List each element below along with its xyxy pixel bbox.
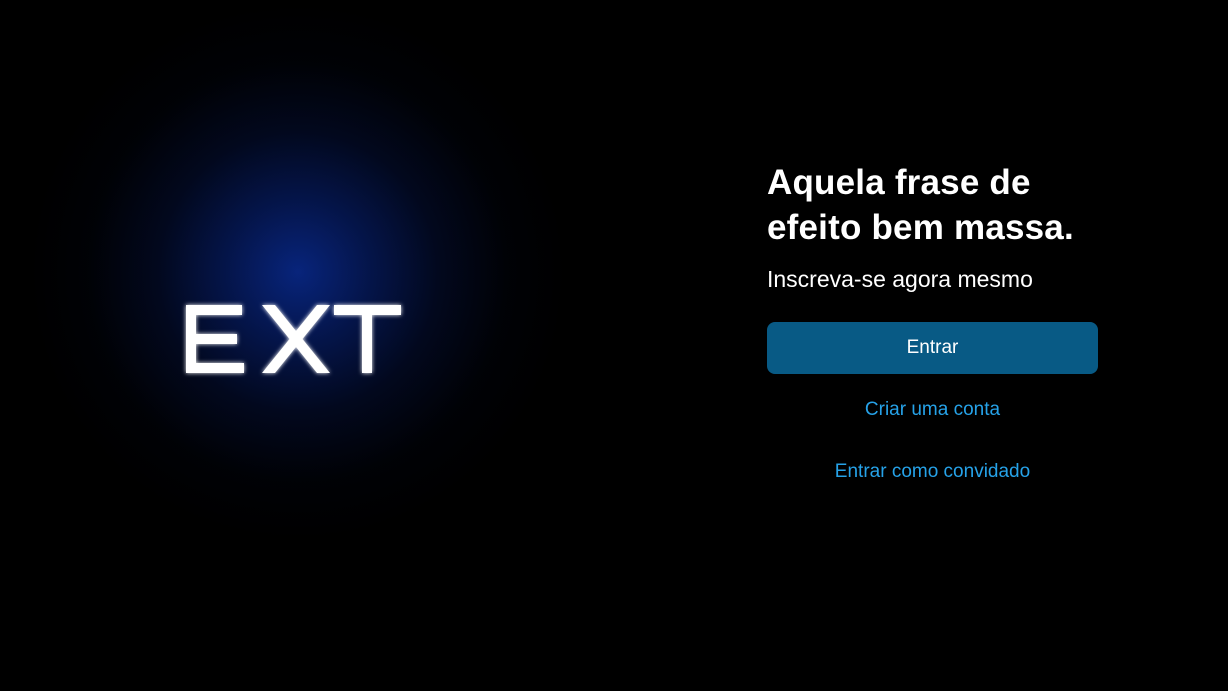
- headline: Aquela frase de efeito bem massa.: [767, 163, 1074, 247]
- login-button[interactable]: Entrar: [767, 322, 1098, 374]
- create-account-link[interactable]: Criar uma conta: [767, 398, 1098, 422]
- login-screen: Aquela frase de efeito bem massa. Inscre…: [0, 0, 1228, 691]
- subtitle: Inscreva-se agora mesmo: [767, 266, 1033, 292]
- guest-login-link[interactable]: Entrar como convidado: [767, 460, 1098, 484]
- signup-panel: Aquela frase de efeito bem massa. Inscre…: [767, 160, 1098, 484]
- ext-logo: [184, 300, 404, 378]
- ext-logo-mark: [186, 305, 401, 373]
